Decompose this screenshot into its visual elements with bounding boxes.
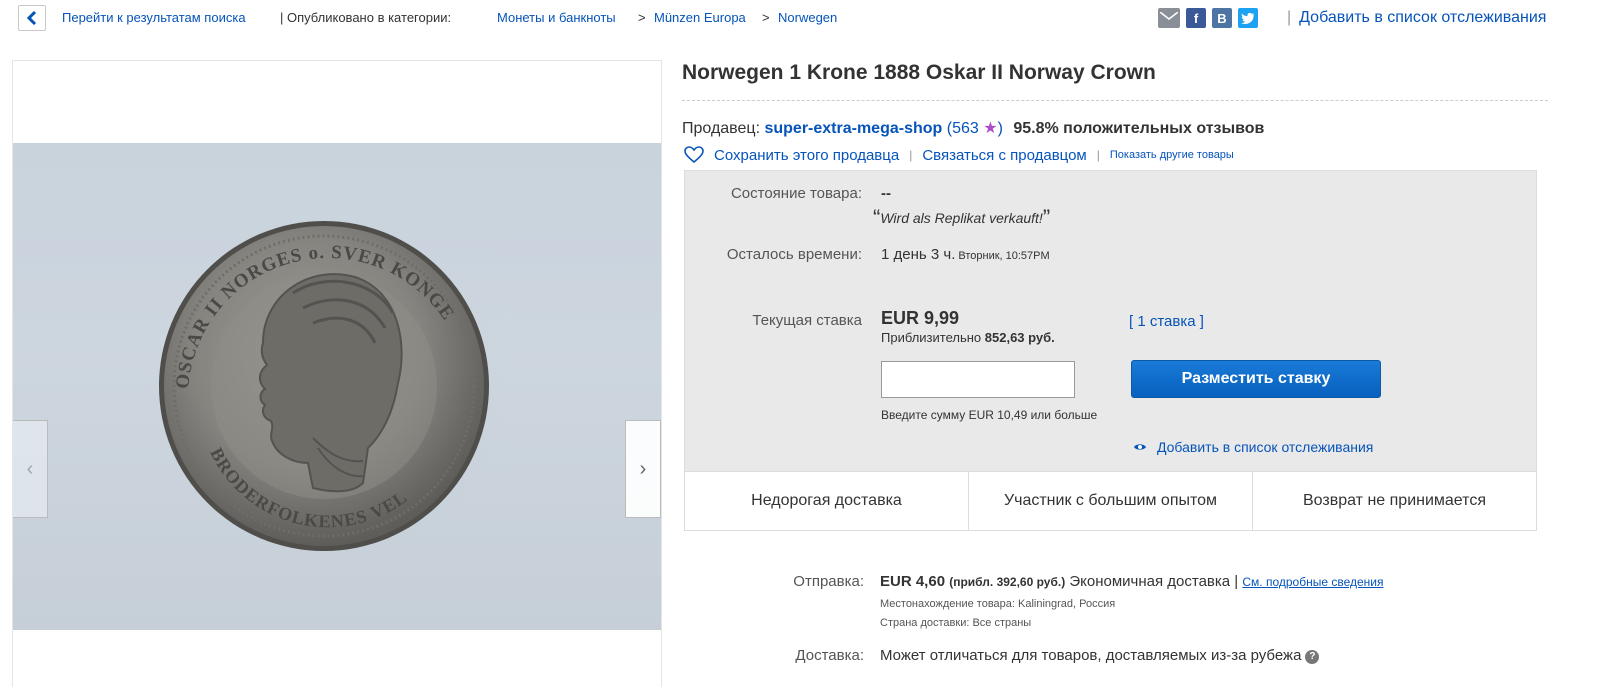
title-divider [682,100,1548,101]
add-to-watchlist-top-link[interactable]: | Добавить в список отслеживания [1287,9,1546,27]
seller-rating-count: (563 [946,120,979,137]
feature-cheap-shipping: Недорогая доставка [685,472,969,530]
seller-rating-link[interactable]: (563 ★) [947,120,1003,137]
divider: | [909,148,913,162]
chevron-right-icon: › [639,457,647,480]
delivery-value: Может отличаться для товаров, доставляем… [880,647,1302,664]
end-time: Вторник, 10:57PM [958,250,1050,262]
shipping-method: Экономичная доставка | [1069,573,1239,590]
shipping-approx: (прибл. 392,60 руб.) [949,575,1066,589]
breadcrumb-separator: > [762,10,770,25]
coin-image: OSCAR II NORGES o. SVER KONGE BRODERFOLK… [153,219,509,571]
mail-icon[interactable] [1158,8,1180,28]
feature-no-returns: Возврат не принимается [1303,492,1486,509]
bracket-close: ] [1195,313,1204,330]
save-seller-link[interactable]: Сохранить этого продавца [714,147,899,164]
published-in-label: | Опубликовано в категории: [280,10,452,25]
divider: | [1096,148,1100,162]
current-bid-label: Текущая ставка [752,312,862,329]
twitter-icon[interactable] [1238,8,1258,28]
facebook-icon[interactable]: f [1186,8,1206,28]
time-left-label: Осталось времени: [726,246,862,263]
vk-icon[interactable]: B [1212,8,1232,28]
previous-image-button[interactable]: ‹ [13,420,48,518]
heart-icon[interactable] [684,146,704,164]
item-photo[interactable]: OSCAR II NORGES o. SVER KONGE BRODERFOLK… [13,143,661,630]
shipping-details-link[interactable]: См. подробные сведения [1242,575,1383,589]
shipping-label: Отправка: [793,573,864,590]
add-to-watchlist-label: Добавить в список отслеживания [1157,439,1374,455]
back-to-results-link[interactable]: Перейти к результатам поиска [62,10,246,25]
contact-seller-link[interactable]: Связаться с продавцом [922,147,1086,164]
seller-label: Продавец: [682,120,761,137]
place-bid-button[interactable]: Разместить ставку [1131,360,1381,398]
eye-icon [1134,444,1146,450]
seller-name-link[interactable]: super-extra-mega-shop [764,120,942,137]
approx-price: Приблизительно 852,63 руб. [881,330,1055,345]
time-left: 1 день 3 ч. Вторник, 10:57PM [881,246,1050,263]
breadcrumb-category-coins[interactable]: Монеты и банкноты [497,10,616,25]
delivery-info: Может отличаться для товаров, доставляем… [880,647,1320,664]
add-to-watchlist-link[interactable]: Добавить в список отслеживания [1133,439,1373,455]
back-button[interactable] [18,5,46,31]
help-icon[interactable]: ? [1305,649,1320,664]
feature-experienced-seller: Участник с большим опытом [969,472,1253,530]
approx-label: Приблизительно [881,330,982,345]
time-left-value: 1 день 3 ч. [881,246,956,263]
bid-hint: Введите сумму EUR 10,49 или больше [881,408,1098,422]
other-items-link[interactable]: Показать другие товары [1110,149,1234,161]
item-location: Местонахождение товара: Kaliningrad, Рос… [880,598,1116,610]
chevron-left-icon [26,11,37,25]
seller-feedback-percent: 95.8% положительных отзывов [1013,120,1265,137]
current-bid-price: EUR 9,99 [881,308,960,328]
share-icons: f B [1158,8,1258,28]
top-bar: Перейти к результатам поиска | Опубликов… [0,0,1600,34]
chevron-left-icon: ‹ [26,457,34,480]
shipping-price: EUR 4,60 [880,573,946,590]
breadcrumb-separator: > [638,10,646,25]
breadcrumb-category-norway[interactable]: Norwegen [778,10,837,25]
breadcrumb-category-europe[interactable]: Münzen Europa [654,10,746,25]
next-image-button[interactable]: › [625,420,661,518]
item-title: Norwegen 1 Krone 1888 Oskar II Norway Cr… [682,61,1156,84]
condition-label: Состояние товара: [730,185,862,202]
star-icon: ★ [983,120,998,137]
condition-note: “Wird als Replikat verkauft!” [873,205,1050,231]
delivery-label: Доставка: [795,647,864,664]
condition-note-text: Wird als Replikat verkauft! [880,210,1043,226]
add-to-watchlist-top-label: Добавить в список отслеживания [1299,9,1547,26]
bids-count: [ 1 ставка ] [1129,313,1204,330]
shipping-info: EUR 4,60 (прибл. 392,60 руб.) Экономична… [880,573,1384,590]
bids-count-link[interactable]: 1 ставка [1137,313,1195,330]
seller-info: Продавец: super-extra-mega-shop (563 ★) … [682,118,1264,138]
seller-rating-close: ) [997,120,1003,137]
ships-to: Страна доставки: Все страны [880,617,1032,629]
seller-actions: Сохранить этого продавца | Связаться с п… [684,146,1234,164]
approx-value: 852,63 руб. [984,330,1055,345]
close-quote-icon: ” [1042,205,1051,230]
item-image-panel: OSCAR II NORGES o. SVER KONGE BRODERFOLK… [12,60,662,687]
bid-amount-input[interactable] [881,361,1075,398]
condition-value: -- [881,185,891,202]
features-strip: Недорогая доставка Участник с большим оп… [685,471,1536,530]
bid-box: Состояние товара: -- “Wird als Replikat … [684,170,1537,531]
